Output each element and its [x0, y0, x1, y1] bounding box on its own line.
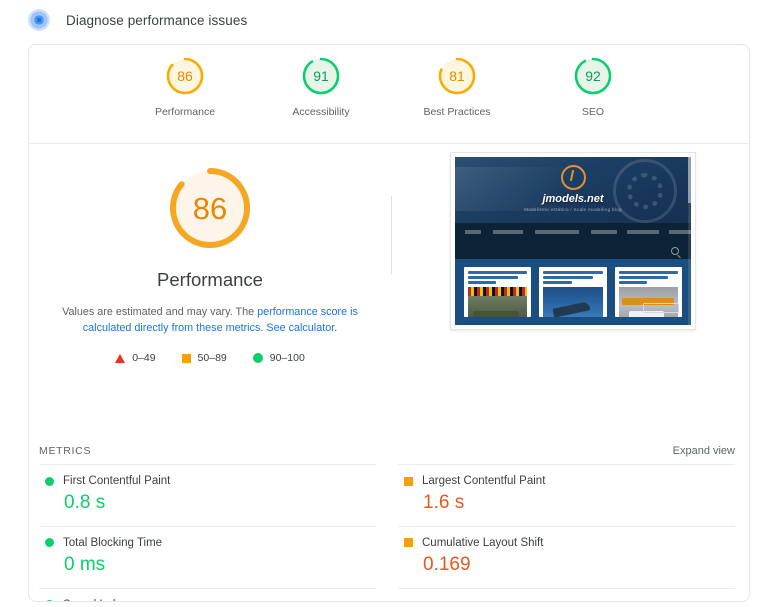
circle-icon: [252, 353, 263, 364]
triangle-icon: [115, 353, 126, 363]
metrics-grid: First Contentful Paint 0.8 s Largest Con…: [29, 464, 749, 601]
site-logo-block: jmodels.net Modelismo estático / Scale m…: [455, 165, 691, 212]
square-icon: [181, 353, 191, 363]
category-label: Performance: [154, 106, 216, 118]
metric-row-speed-index[interactable]: Speed Index 1.1 s: [39, 587, 376, 601]
post-image-jet: [543, 287, 603, 317]
performance-heading: Performance: [157, 269, 263, 290]
post-card: [614, 267, 682, 317]
category-score-seo[interactable]: 92 SEO: [548, 55, 638, 118]
score-value: 92: [585, 68, 601, 84]
site-logo-mark-icon: [560, 165, 586, 190]
performance-description: Values are estimated and may vary. The p…: [51, 305, 369, 336]
report-body: 86 Performance Values are estimated and …: [29, 144, 749, 438]
category-score-strip: 86 Performance 91 Accessibility 81 Best …: [29, 45, 749, 144]
metric-name: Largest Contentful Paint: [422, 475, 546, 487]
screenshot-scrollbar: [688, 157, 691, 325]
metrics-grid-filler: [398, 587, 735, 601]
post-title: [618, 271, 678, 284]
post-card: [539, 267, 607, 317]
page-title: Diagnose performance issues: [66, 12, 248, 28]
status-circle-icon: [45, 600, 54, 601]
site-post-grid: [455, 259, 691, 325]
legend-item-average: 50–89: [181, 352, 227, 365]
page-header: Diagnose performance issues: [0, 0, 780, 40]
nav-item: [465, 230, 481, 234]
legend-range: 0–49: [132, 352, 156, 365]
status-circle-icon: [45, 538, 54, 548]
screenshot-canvas: jmodels.net Modelismo estático / Scale m…: [455, 157, 691, 325]
score-value: 91: [313, 68, 329, 84]
score-ring-best-practices: 81: [436, 55, 478, 97]
score-legend: 0–49 50–89 90–100: [115, 352, 305, 364]
nav-item: [493, 230, 523, 234]
post-image-tank: [468, 287, 528, 317]
metric-row-first-contentful-paint[interactable]: First Contentful Paint 0.8 s: [39, 464, 376, 526]
metric-name: Total Blocking Time: [63, 536, 163, 549]
post-title: [543, 271, 603, 284]
metric-value: 1.6 s: [423, 492, 465, 513]
metric-row-cumulative-layout-shift[interactable]: Cumulative Layout Shift 0.169: [398, 525, 735, 588]
report-card: 86 Performance 91 Accessibility 81 Best …: [28, 44, 750, 602]
search-icon: [671, 247, 679, 255]
performance-score-value: 86: [192, 190, 228, 226]
metric-value: 0.8 s: [64, 492, 106, 513]
final-screenshot[interactable]: jmodels.net Modelismo estático / Scale m…: [450, 152, 696, 330]
metric-name: Speed Index: [63, 599, 128, 601]
legend-item-poor: 0–49: [115, 352, 156, 365]
metric-row-largest-contentful-paint[interactable]: Largest Contentful Paint 1.6 s: [398, 464, 735, 526]
metrics-header: METRICS Expand view: [29, 438, 749, 464]
metric-name: First Contentful Paint: [63, 475, 171, 487]
metric-row-total-blocking-time[interactable]: Total Blocking Time 0 ms: [39, 525, 376, 588]
metrics-label: METRICS: [39, 445, 92, 457]
score-ring-seo: 92: [572, 55, 614, 97]
category-score-best-practices[interactable]: 81 Best Practices: [412, 55, 502, 118]
legend-item-good: 90–100: [252, 352, 305, 365]
nav-item: [535, 230, 579, 234]
lighthouse-icon: [28, 9, 50, 31]
category-label: Best Practices: [423, 106, 491, 118]
post-card: [464, 267, 532, 317]
legend-range: 90–100: [269, 352, 305, 365]
category-label: Accessibility: [292, 106, 350, 118]
site-search-bar: [455, 243, 691, 259]
score-ring-performance: 86: [164, 55, 206, 97]
expand-view-button[interactable]: Expand view: [673, 445, 735, 457]
metric-value: 0.169: [423, 553, 471, 575]
status-square-icon: [404, 538, 413, 548]
performance-score-ring: 86: [164, 162, 256, 254]
category-label: SEO: [581, 106, 605, 118]
desc-text-1: Values are estimated and may vary. The: [62, 306, 258, 318]
legend-range: 50–89: [197, 352, 227, 365]
site-tagline: Modelismo estático / Scale modelling blo…: [524, 207, 622, 212]
post-card-footer-badge: [642, 303, 679, 313]
site-name: jmodels.net: [542, 193, 604, 205]
see-calculator-link[interactable]: See calculator.: [266, 322, 337, 334]
performance-summary: 86 Performance Values are estimated and …: [29, 144, 391, 438]
status-circle-icon: [45, 476, 54, 486]
metric-value: 0 ms: [64, 553, 106, 575]
metric-name: Cumulative Layout Shift: [422, 536, 544, 549]
lighthouse-report-page: Diagnose performance issues 86 Performan…: [0, 0, 780, 607]
score-value: 81: [449, 68, 465, 84]
vertical-divider: [391, 196, 392, 274]
score-ring-accessibility: 91: [300, 55, 342, 97]
nav-item: [627, 230, 659, 234]
category-score-accessibility[interactable]: 91 Accessibility: [276, 55, 366, 118]
category-score-performance[interactable]: 86 Performance: [140, 55, 230, 118]
status-square-icon: [404, 476, 413, 486]
post-title: [468, 271, 528, 284]
nav-item: [591, 230, 617, 234]
site-navbar: [455, 223, 691, 243]
score-value: 86: [177, 68, 193, 84]
